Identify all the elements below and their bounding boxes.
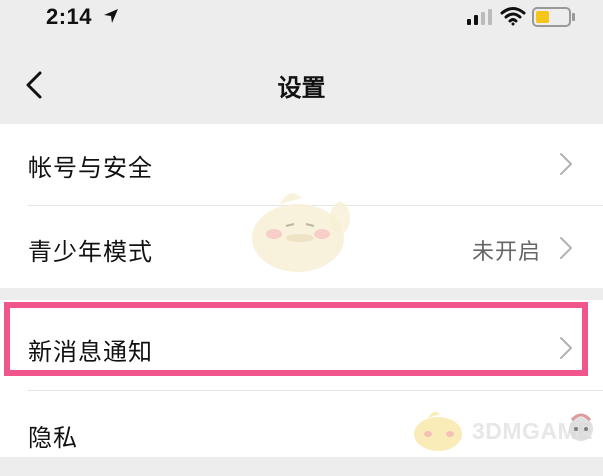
watermark-badge-icon — [569, 413, 593, 441]
status-bar: 2:14 — [0, 0, 603, 40]
settings-item-label: 新消息通知 — [28, 338, 153, 366]
battery-icon — [532, 7, 575, 27]
divider — [28, 390, 603, 391]
signal-icon — [467, 9, 492, 25]
settings-item-message-notifications[interactable]: 新消息通知 — [0, 308, 603, 388]
chevron-right-icon — [560, 153, 572, 175]
settings-item-value: 未开启 — [471, 240, 541, 265]
nav-bar: 设置 — [0, 40, 603, 124]
watermark-logo: 3DMGAME — [410, 400, 600, 457]
wifi-icon — [500, 7, 526, 26]
mascot-icon — [252, 193, 350, 272]
settings-item-label: 帐号与安全 — [28, 154, 153, 182]
chevron-right-icon — [560, 237, 572, 259]
chevron-right-icon — [560, 337, 572, 359]
settings-item-label: 隐私 — [28, 424, 78, 452]
page-title: 设置 — [277, 74, 326, 102]
location-arrow-icon — [104, 9, 118, 23]
watermark-mascot-icon — [414, 411, 462, 451]
status-time: 2:14 — [46, 4, 93, 29]
settings-item-label: 青少年模式 — [28, 238, 153, 266]
